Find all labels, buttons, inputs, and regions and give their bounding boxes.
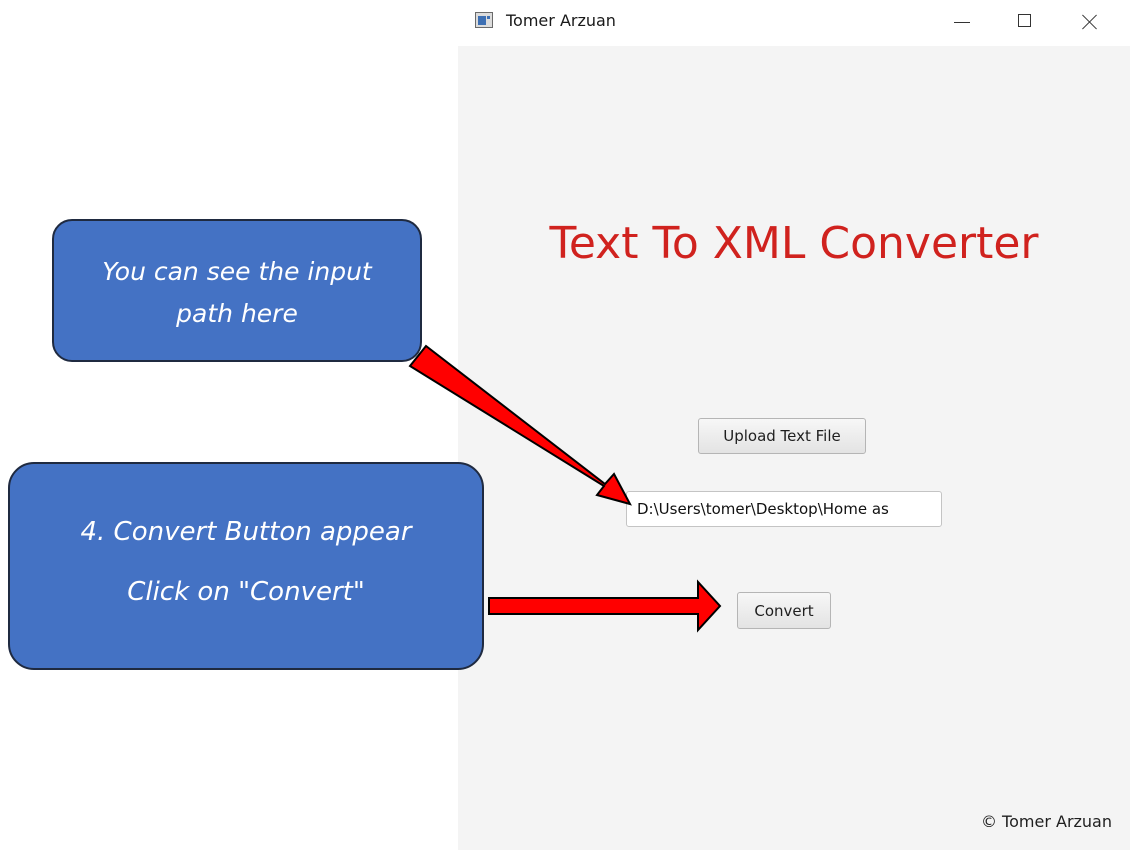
app-heading: Text To XML Converter <box>549 218 1039 269</box>
minimize-icon <box>954 22 970 23</box>
title-bar: Tomer Arzuan <box>458 0 1130 46</box>
callout-line: 4. Convert Button appear <box>80 517 412 547</box>
window-title: Tomer Arzuan <box>506 11 616 30</box>
app-window: Tomer Arzuan Text To XML Converter Uploa… <box>458 0 1130 850</box>
input-path-field[interactable]: D:\Users\tomer\Desktop\Home as <box>626 491 942 527</box>
callout-input-path: You can see the input path here <box>52 219 422 362</box>
callout-line: You can see the input <box>102 257 372 286</box>
close-icon <box>1080 12 1100 32</box>
close-button[interactable] <box>1066 0 1112 44</box>
upload-text-file-button[interactable]: Upload Text File <box>698 418 866 454</box>
convert-button[interactable]: Convert <box>737 592 831 629</box>
maximize-icon <box>1018 14 1031 27</box>
app-icon <box>475 12 493 28</box>
maximize-button[interactable] <box>1002 0 1048 44</box>
minimize-button[interactable] <box>938 0 984 44</box>
callout-line: Click on "Convert" <box>127 577 365 607</box>
callout-line: path here <box>176 299 298 328</box>
callout-convert: 4. Convert Button appear Click on "Conve… <box>8 462 484 670</box>
copyright-footer: © Tomer Arzuan <box>980 812 1112 831</box>
